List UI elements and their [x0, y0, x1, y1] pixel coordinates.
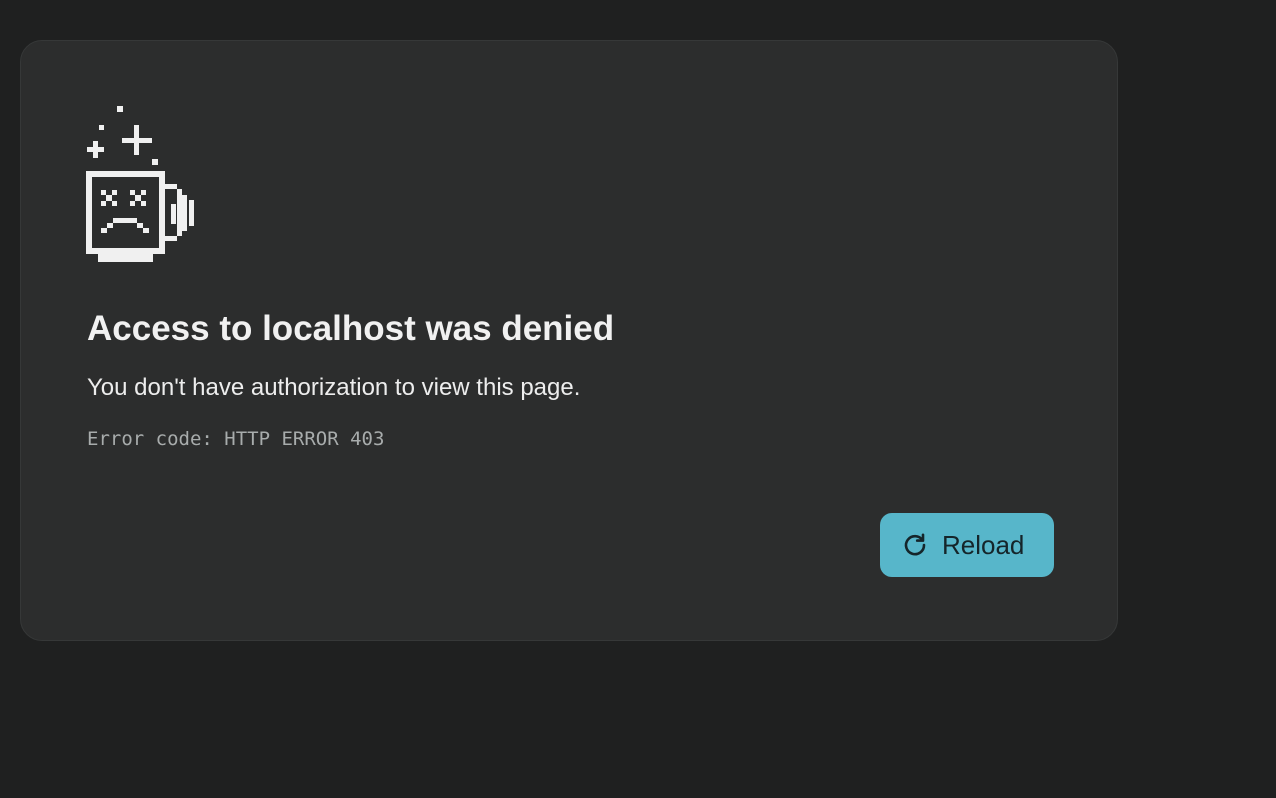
error-card: Access to localhost was denied You don't…	[20, 40, 1118, 641]
error-code: Error code: HTTP ERROR 403	[87, 428, 385, 450]
sad-mug-icon	[86, 104, 196, 264]
reload-label: Reload	[942, 530, 1025, 560]
error-message: You don't have authorization to view thi…	[87, 374, 581, 401]
page-title: Access to localhost was denied	[87, 309, 615, 348]
reload-button[interactable]: Reload	[880, 513, 1054, 577]
reload-icon	[902, 532, 928, 558]
